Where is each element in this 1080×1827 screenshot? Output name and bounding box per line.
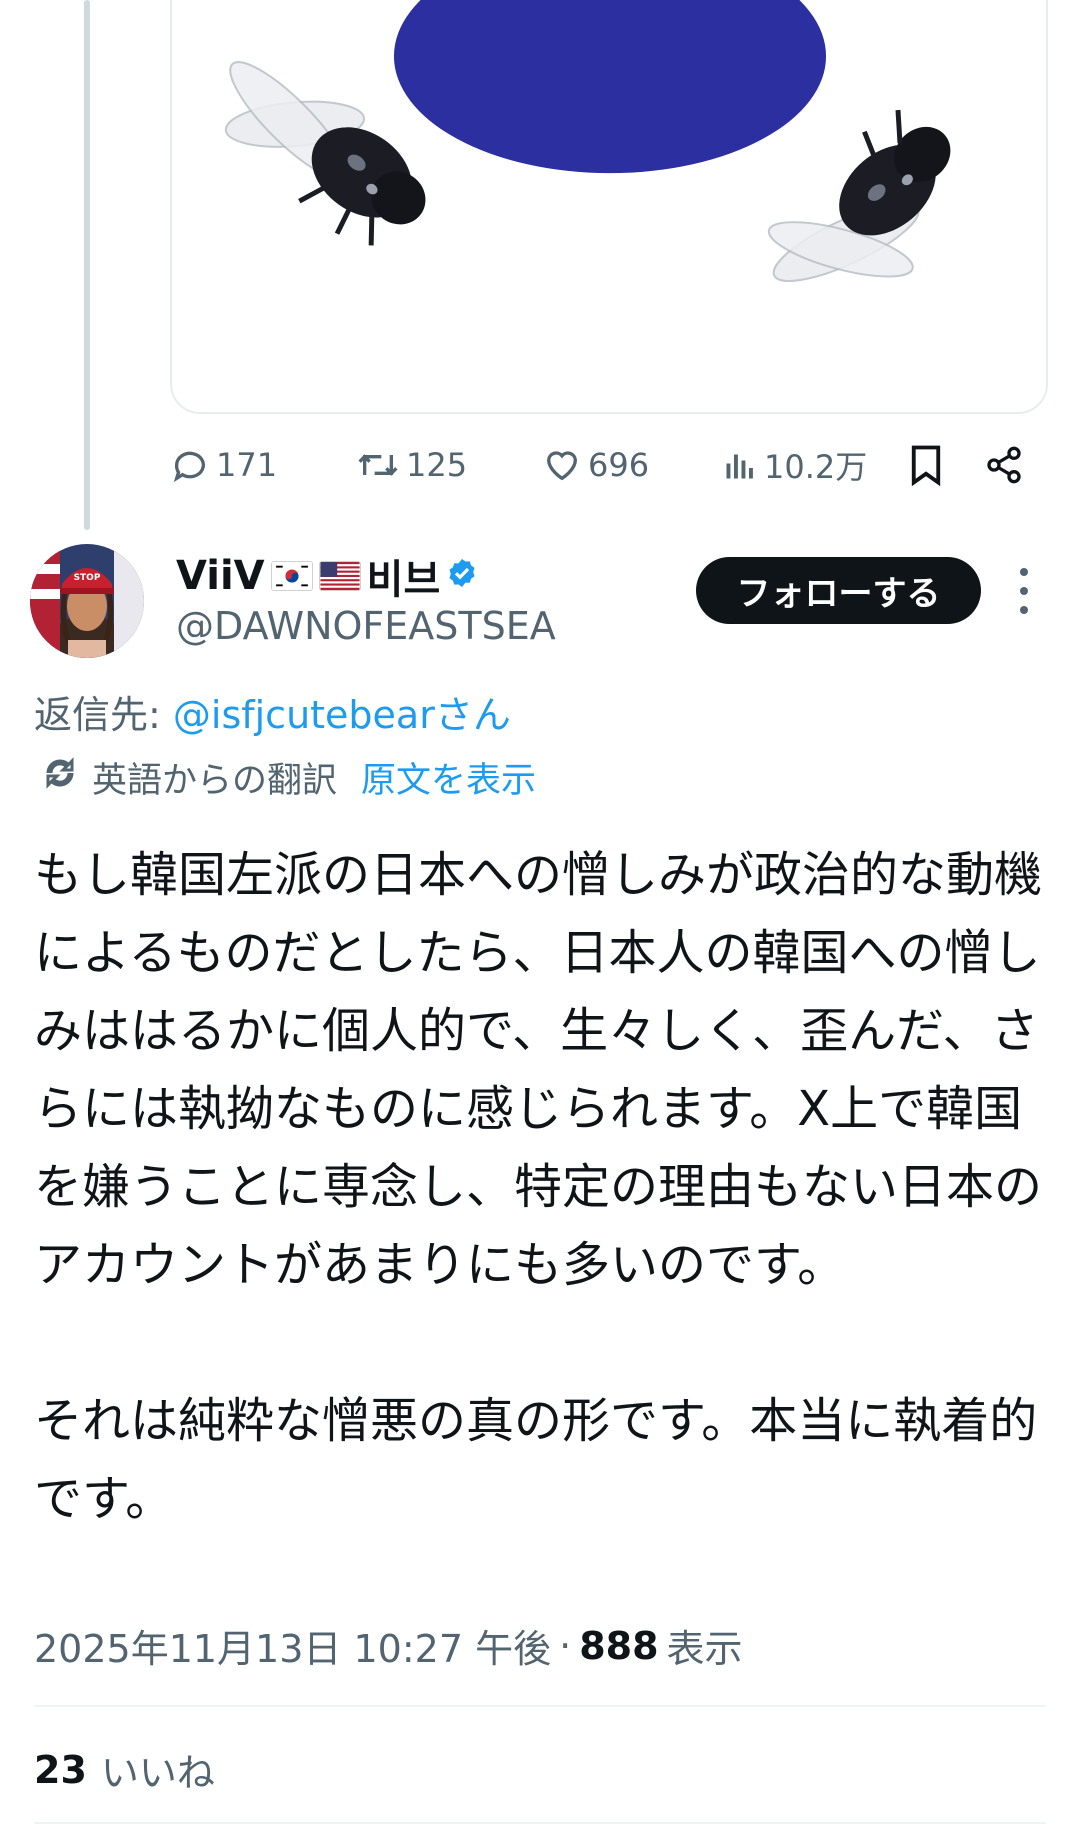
like-icon [542,445,582,485]
views-count: 10.2万 [764,448,868,486]
divider [34,1705,1046,1707]
display-name[interactable]: ViiV 비브 [176,550,478,603]
translate-icon [42,755,78,800]
tweet-text: もし韓国左派の日本への憎しみが政治的な動機によるものだとしたら、日本人の韓国への… [34,836,1044,1538]
korea-flag-icon [270,561,313,591]
reply-to-suffix[interactable]: さん [435,693,511,737]
share-icon [984,445,1024,485]
avatar[interactable]: STOP [30,544,144,658]
views-icon [722,445,758,485]
user-handle[interactable]: @DAWNOFEASTSEA [176,604,556,648]
reply-to-mention[interactable]: @isfjcutebear [173,693,435,737]
likes-count: 23 [34,1747,87,1792]
meta-separator: · [559,1623,572,1668]
views-button[interactable]: 10.2万 [722,440,867,490]
bookmark-button[interactable] [908,440,944,490]
display-name-suffix: 비브 [366,557,441,603]
retweet-button[interactable]: 125 [356,440,467,490]
tweet-views-count: 888 [579,1623,659,1668]
reply-to-line: 返信先: @isfjcutebearさん [34,684,511,739]
reply-icon [170,445,210,485]
retweet-count: 125 [406,446,468,484]
share-button[interactable] [984,440,1024,490]
us-flag-icon [318,561,361,591]
translation-label: 英語からの翻訳 [92,760,338,801]
likes-summary[interactable]: 23 いいね [34,1742,215,1797]
reply-button[interactable]: 171 [170,440,277,490]
divider [34,1822,1046,1824]
reply-count: 171 [216,446,278,484]
tweet-meta: 2025年11月13日 10:27 午後 · 888 表示 [34,1618,743,1673]
reply-to-prefix: 返信先: [34,693,173,737]
tweet-media-image[interactable] [170,0,1048,414]
more-icon[interactable] [1016,568,1032,614]
verified-badge-icon [446,553,478,599]
tweet-views-label: 表示 [666,1627,743,1671]
display-name-text: ViiV [176,553,265,599]
like-count: 696 [588,446,650,484]
bookmark-icon [908,444,944,486]
svg-text:STOP: STOP [74,573,101,583]
previous-tweet-action-bar: 171 125 696 10.2万 [170,440,1040,490]
follow-button[interactable]: フォローする [696,557,981,624]
tweet-timestamp[interactable]: 2025年11月13日 10:27 午後 [34,1618,551,1673]
likes-label: いいね [100,1751,215,1795]
translation-notice: 英語からの翻訳 原文を表示 [42,752,536,802]
tweet-text-paragraph: それは純粋な憎悪の真の形です。本当に執着的です。 [34,1393,1038,1527]
tweet-text-paragraph: もし韓国左派の日本への憎しみが政治的な動機によるものだとしたら、日本人の韓国への… [34,847,1043,1293]
show-original-link[interactable]: 原文を表示 [361,752,536,803]
like-button[interactable]: 696 [542,440,649,490]
thread-connector-line [84,0,90,530]
retweet-icon [356,445,400,485]
